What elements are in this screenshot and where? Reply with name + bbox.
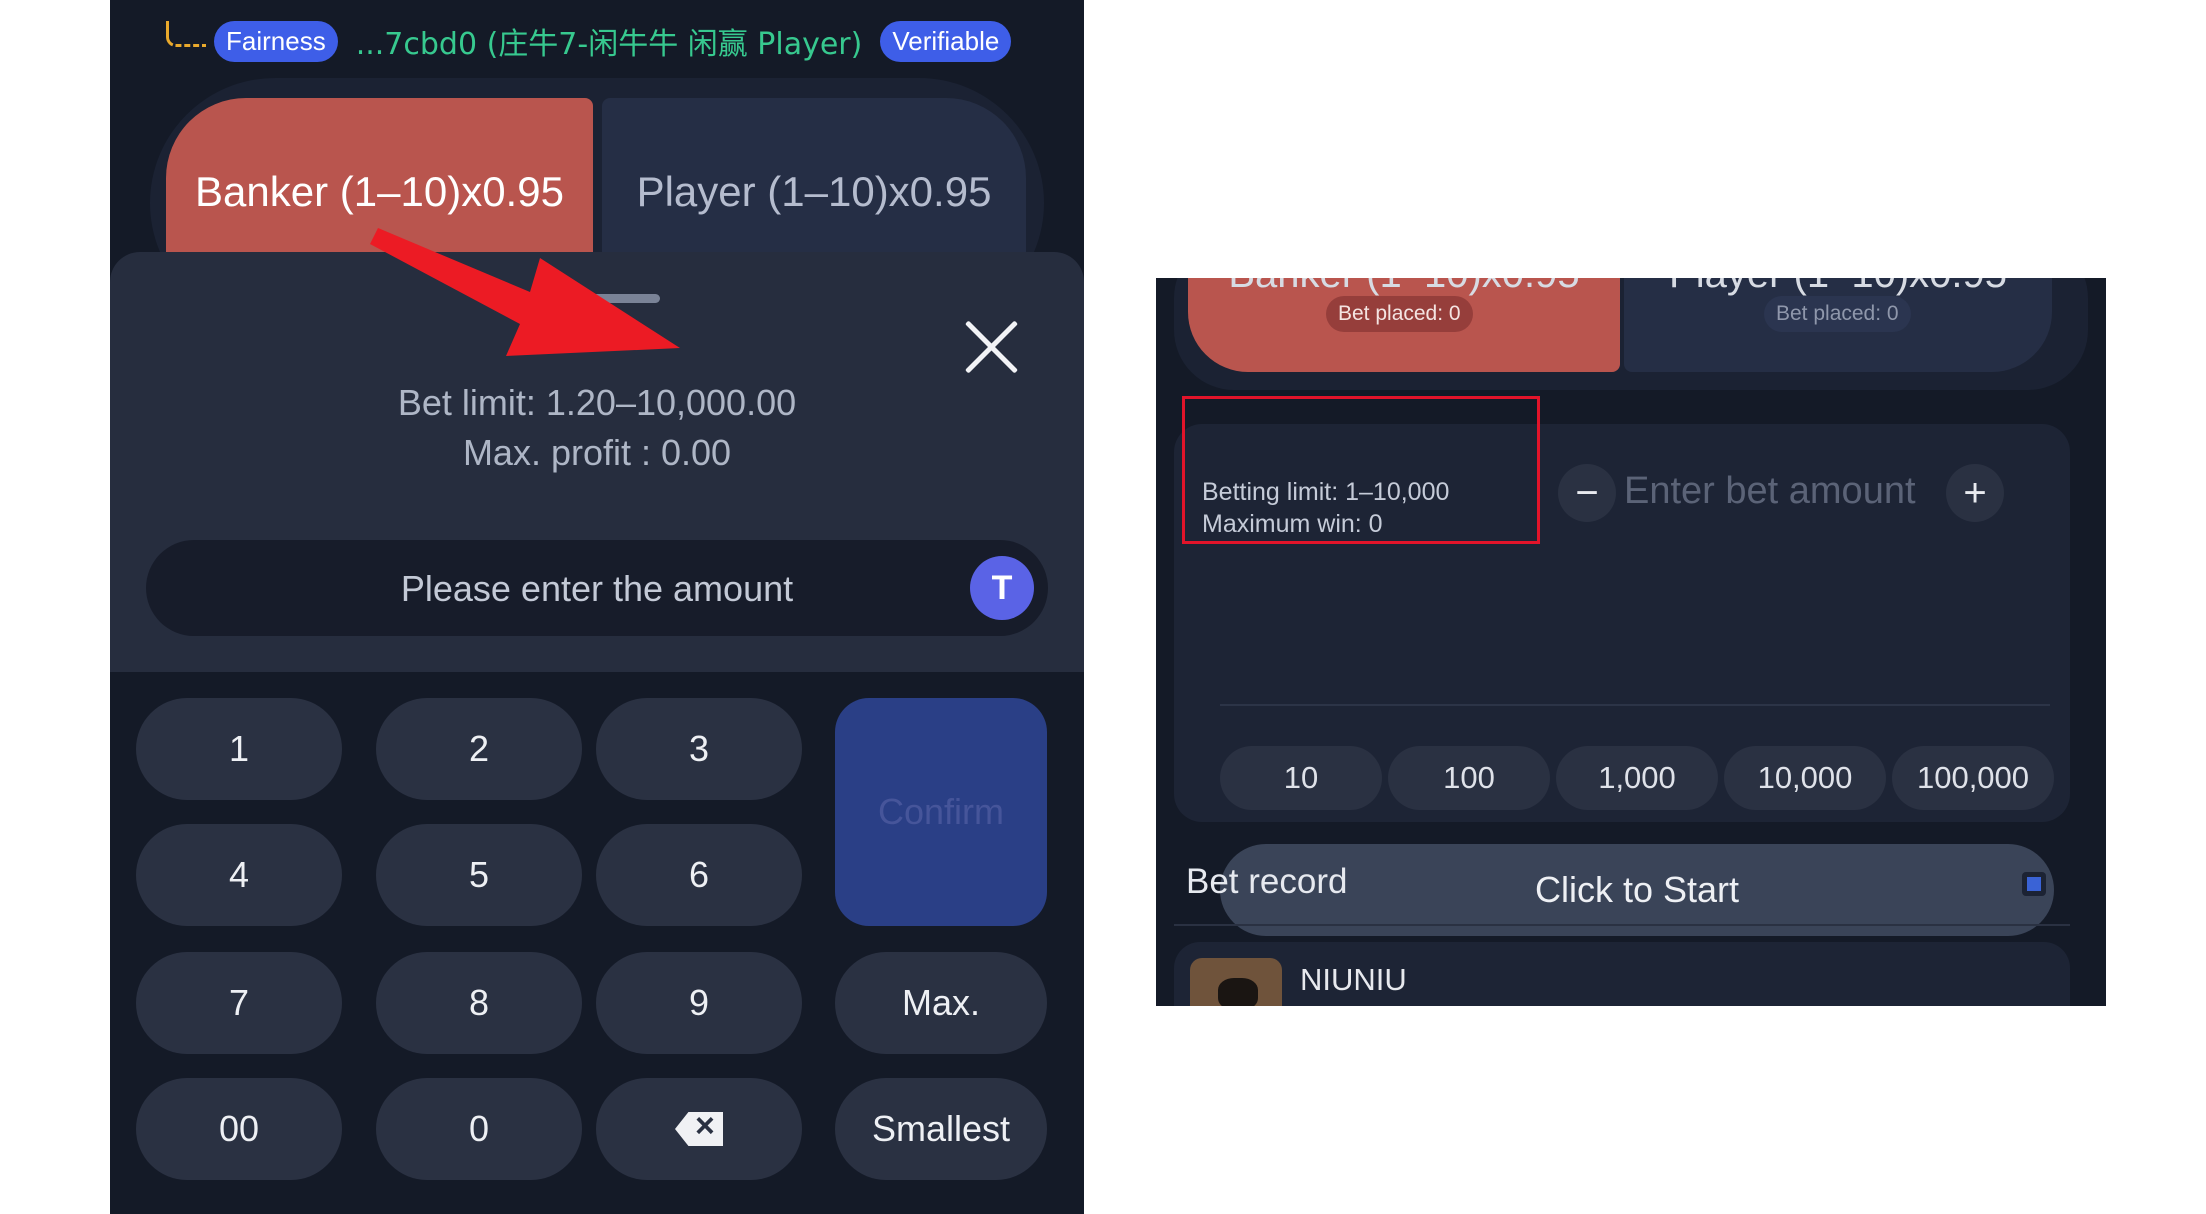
- numeric-keypad: 1 2 3 Confirm 4 5 6 7 8 9 Max. 00 0 Smal…: [110, 672, 1084, 1214]
- max-button[interactable]: Max.: [835, 952, 1047, 1054]
- divider: [1174, 924, 2070, 926]
- confirm-button[interactable]: Confirm: [835, 698, 1047, 926]
- minus-icon[interactable]: −: [1558, 464, 1616, 522]
- red-highlight-box: [1182, 396, 1540, 544]
- key-3[interactable]: 3: [596, 698, 802, 800]
- plus-icon[interactable]: +: [1946, 464, 2004, 522]
- divider: [1220, 704, 2050, 706]
- screenshot: Fairness ...7cbd0 (庄牛7-闲牛牛 闲赢 Player) Ve…: [0, 0, 2206, 1214]
- player-bet-button[interactable]: Player (1–10)x0.95 Bet placed: 0: [1624, 278, 2052, 372]
- key-0[interactable]: 0: [376, 1078, 582, 1180]
- player-label: Player (1–10)x0.95: [1624, 278, 2052, 297]
- backspace-icon: [675, 1112, 723, 1146]
- player-bet-placed: Bet placed: 0: [1764, 296, 1911, 332]
- record-toggle-icon[interactable]: [2022, 872, 2046, 896]
- bet-record-title: Bet record: [1186, 862, 1348, 901]
- connector-line-icon: [166, 21, 206, 47]
- record-game-name: NIUNIU: [1300, 962, 1407, 997]
- chip-100000[interactable]: 100,000: [1892, 746, 2054, 810]
- list-item[interactable]: NIUNIU: [1174, 942, 2070, 1006]
- key-8[interactable]: 8: [376, 952, 582, 1054]
- chip-1000[interactable]: 1,000: [1556, 746, 1718, 810]
- amount-placeholder: Please enter the amount: [400, 568, 794, 609]
- banker-bet-placed: Bet placed: 0: [1326, 296, 1473, 332]
- key-00[interactable]: 00: [136, 1078, 342, 1180]
- key-7[interactable]: 7: [136, 952, 342, 1054]
- close-icon[interactable]: [960, 316, 1022, 378]
- amount-input[interactable]: Please enter the amount T: [146, 540, 1048, 636]
- bull-avatar: [1190, 958, 1282, 1006]
- verifiable-badge[interactable]: Verifiable: [880, 20, 1012, 62]
- banker-label: Banker (1–10)x0.95: [1188, 278, 1620, 297]
- max-profit-text: Max. profit : 0.00: [462, 432, 732, 473]
- fairness-badge[interactable]: Fairness: [214, 20, 338, 62]
- chip-10[interactable]: 10: [1220, 746, 1382, 810]
- key-2[interactable]: 2: [376, 698, 582, 800]
- key-4[interactable]: 4: [136, 824, 342, 926]
- key-1[interactable]: 1: [136, 698, 342, 800]
- smallest-button[interactable]: Smallest: [835, 1078, 1047, 1180]
- banker-bet-button[interactable]: Banker (1–10)x0.95 Bet placed: 0: [1188, 278, 1620, 372]
- key-6[interactable]: 6: [596, 824, 802, 926]
- key-9[interactable]: 9: [596, 952, 802, 1054]
- left-phone-panel: Fairness ...7cbd0 (庄牛7-闲牛牛 闲赢 Player) Ve…: [110, 0, 1084, 1214]
- bet-amount-placeholder: Enter bet amount: [1624, 470, 1916, 512]
- chip-10000[interactable]: 10,000: [1724, 746, 1886, 810]
- right-phone-panel: Banker (1–10)x0.95 Bet placed: 0 Player …: [1156, 278, 2106, 1006]
- bet-limit-text: Bet limit: 1.20–10,000.00: [397, 382, 797, 423]
- backspace-key[interactable]: [596, 1078, 802, 1180]
- chip-100[interactable]: 100: [1388, 746, 1550, 810]
- currency-coin-icon: T: [970, 556, 1034, 620]
- fairness-hash: ...7cbd0 (庄牛7-闲牛牛 闲赢 Player): [355, 27, 863, 62]
- bet-amount-input[interactable]: − Enter bet amount +: [1558, 454, 2004, 528]
- key-5[interactable]: 5: [376, 824, 582, 926]
- red-arrow-annotation: [370, 228, 680, 356]
- fairness-row: Fairness ...7cbd0 (庄牛7-闲牛牛 闲赢 Player) Ve…: [166, 18, 1012, 64]
